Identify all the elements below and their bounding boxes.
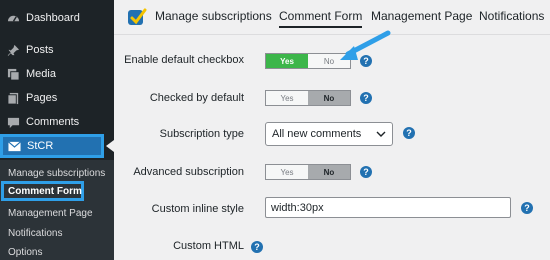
envelope-icon <box>7 139 21 153</box>
pin-icon <box>6 43 20 57</box>
sidebar-item-label: Comments <box>26 116 80 128</box>
toggle-no-option[interactable]: No <box>308 91 350 105</box>
custom-inline-style-label: Custom inline style <box>151 203 244 215</box>
input-value: width:30px <box>271 201 324 214</box>
media-icon <box>6 67 20 81</box>
enable-default-checkbox-label: Enable default checkbox <box>124 54 244 66</box>
subscription-type-select[interactable]: All new comments <box>265 122 393 146</box>
sidebar-item-label: Dashboard <box>26 12 80 24</box>
toggle-yes-option[interactable]: Yes <box>266 165 308 179</box>
sidebar-item-pages[interactable]: Pages <box>0 87 114 109</box>
toggle-yes-option[interactable]: Yes <box>266 54 308 68</box>
submenu-item-manage-subscriptions[interactable]: Manage subscriptions <box>8 168 105 179</box>
tab-notifications[interactable]: Notifications <box>479 9 544 23</box>
current-menu-pointer <box>106 140 114 152</box>
checked-by-default-label: Checked by default <box>149 92 244 104</box>
help-icon[interactable]: ? <box>403 127 415 139</box>
sidebar-item-posts[interactable]: Posts <box>0 39 114 61</box>
dashboard-icon <box>6 11 20 25</box>
tab-comment-form[interactable]: Comment Form <box>279 9 363 28</box>
submenu-item-options[interactable]: Options <box>8 247 42 258</box>
toggle-no-option[interactable]: No <box>308 165 350 179</box>
toggle-yes-option[interactable]: Yes <box>266 91 308 105</box>
advanced-subscription-label: Advanced subscription <box>133 166 244 178</box>
admin-sidebar: Dashboard Posts Media Pages Comments StC… <box>0 0 114 260</box>
help-icon[interactable]: ? <box>521 202 533 214</box>
select-value: All new comments <box>272 128 362 140</box>
pages-icon <box>6 91 20 105</box>
sidebar-item-dashboard[interactable]: Dashboard <box>0 7 114 29</box>
subscription-type-label: Subscription type <box>159 128 244 140</box>
help-icon[interactable]: ? <box>251 241 263 253</box>
sidebar-item-stcr[interactable]: StCR <box>0 134 104 158</box>
tab-management-page[interactable]: Management Page <box>371 9 472 23</box>
annotation-arrow-icon <box>340 30 391 60</box>
submenu-item-notifications[interactable]: Notifications <box>8 228 62 239</box>
chevron-down-icon <box>376 131 386 137</box>
custom-html-label: Custom HTML <box>173 240 244 252</box>
sidebar-item-label: StCR <box>27 140 54 152</box>
help-icon[interactable]: ? <box>360 166 372 178</box>
checked-by-default-toggle[interactable]: Yes No <box>265 90 351 106</box>
submenu-item-management-page[interactable]: Management Page <box>8 208 93 219</box>
sidebar-item-label: Pages <box>26 92 58 104</box>
submenu-item-comment-form[interactable]: Comment Form <box>1 181 84 201</box>
tab-manage-subscriptions[interactable]: Manage subscriptions <box>155 9 272 23</box>
sidebar-item-label: Posts <box>26 44 54 56</box>
advanced-subscription-toggle[interactable]: Yes No <box>265 164 351 180</box>
sidebar-item-comments[interactable]: Comments <box>0 111 114 133</box>
comments-icon <box>6 115 20 129</box>
help-icon[interactable]: ? <box>360 92 372 104</box>
plugin-logo-icon <box>128 8 147 25</box>
sidebar-item-media[interactable]: Media <box>0 63 114 85</box>
custom-inline-style-input[interactable]: width:30px <box>265 197 511 218</box>
sidebar-item-label: Media <box>26 68 56 80</box>
